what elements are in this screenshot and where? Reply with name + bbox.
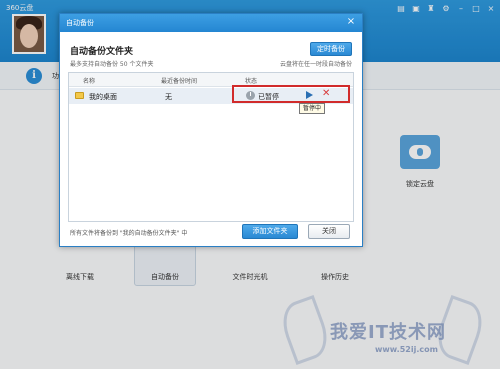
close-button[interactable]: 关闭 — [308, 224, 350, 239]
dialog-subtitle: 最多支持自动备份 50 个文件夹 — [70, 61, 154, 68]
column-status: 状态 — [245, 78, 258, 85]
auto-backup-dialog: 自动备份 × 自动备份文件夹 最多支持自动备份 50 个文件夹 定时备份 云盘将… — [59, 13, 363, 247]
dialog-title: 自动备份 — [66, 19, 94, 27]
folder-icon — [75, 92, 84, 99]
column-name: 名称 — [83, 78, 96, 85]
row-name: 我的桌面 — [89, 93, 117, 101]
dialog-titlebar[interactable]: 自动备份 × — [60, 14, 362, 32]
dialog-close-icon[interactable]: × — [345, 16, 357, 27]
timer-backup-button[interactable]: 定时备份 — [310, 42, 352, 56]
dialog-heading: 自动备份文件夹 — [70, 47, 134, 57]
dialog-footer-text: 所有文件将备份到 "我的自动备份文件夹" 中 — [70, 230, 188, 237]
add-folder-button[interactable]: 添加文件夹 — [242, 224, 298, 239]
column-last-time: 最近备份时间 — [161, 78, 198, 85]
dialog-note: 云盘将在任一时段自动备份 — [279, 61, 352, 68]
row-last-time: 无 — [165, 93, 172, 101]
annotation-highlight-box — [232, 85, 350, 103]
tooltip: 暂停中 — [299, 103, 325, 114]
